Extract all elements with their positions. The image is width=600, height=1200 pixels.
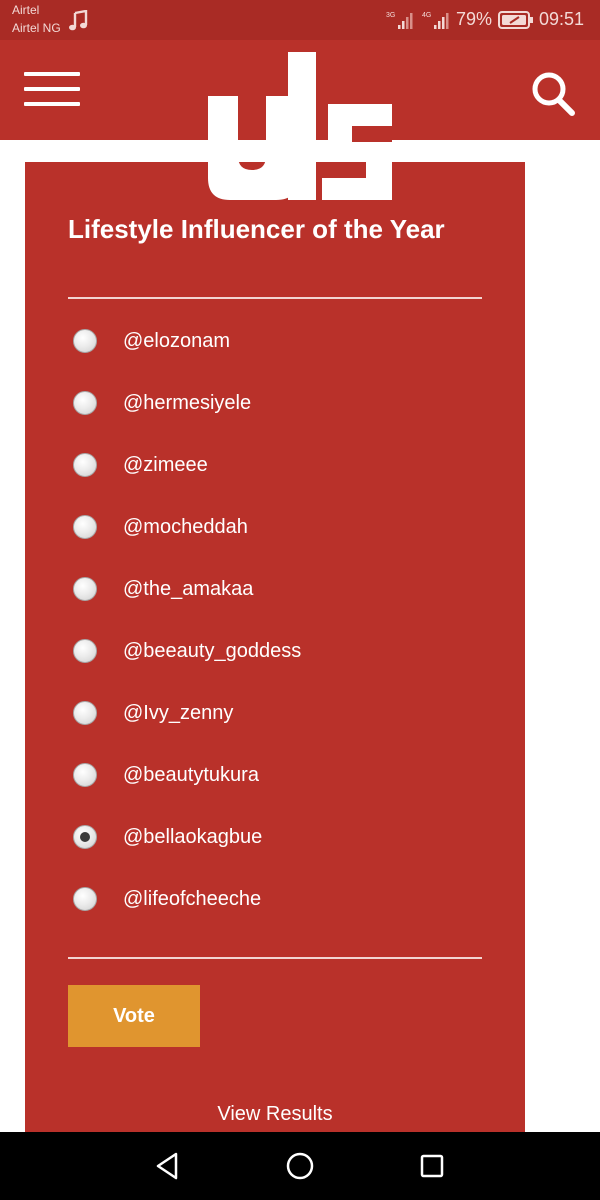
navigation-bar [0,1132,600,1200]
poll-option[interactable]: @zimeee [73,445,493,485]
poll-option-label: @Ivy_zenny [123,701,234,724]
radio-button-selected[interactable] [73,825,97,849]
poll-option[interactable]: @lifeofcheeche [73,879,493,919]
divider [68,297,482,299]
page: Airtel Airtel NG 3G 4G 79% 09:51 Lifesty… [0,0,600,1200]
poll-card: Lifestyle Influencer of the Year @elozon… [25,162,525,1137]
poll-option-label: @mocheddah [123,515,248,538]
poll-option-label: @hermesiyele [123,391,252,414]
poll-option[interactable]: @hermesiyele [73,383,493,423]
poll-option-label: @lifeofcheeche [123,887,262,910]
carrier-name: Airtel [12,3,40,17]
home-icon[interactable] [282,1148,318,1184]
poll-option[interactable]: @bellaokagbue [73,817,493,857]
poll-option-label: @bellaokagbue [123,825,263,848]
hamburger-menu-icon [24,72,80,76]
divider [68,957,482,959]
radio-button[interactable] [73,515,97,539]
carrier-network: Airtel NG [12,21,61,35]
search-icon[interactable] [528,70,578,116]
poll-option-label: @the_amakaa [123,577,254,600]
clock: 09:51 [539,9,585,29]
signal-4g-icon: 4G [422,12,449,29]
recent-apps-icon[interactable] [414,1148,450,1184]
poll-option-label: @beautytukura [123,763,259,786]
poll-option[interactable]: @beeauty_goddess [73,631,493,671]
back-icon[interactable] [150,1148,186,1184]
battery-icon [498,11,533,29]
music-note-icon [69,10,88,31]
view-results-link[interactable]: View Results [25,1103,525,1126]
status-bar: Airtel Airtel NG 3G 4G 79% 09:51 [0,0,600,40]
poll-option[interactable]: @the_amakaa [73,569,493,609]
radio-button[interactable] [73,391,97,415]
svg-text:4G: 4G [422,12,431,19]
radio-button[interactable] [73,639,97,663]
poll-option[interactable]: @mocheddah [73,507,493,547]
battery-percent: 79% [456,9,493,29]
svg-text:3G: 3G [386,12,395,19]
site-logo [208,52,392,200]
vote-button[interactable]: Vote [68,985,200,1047]
poll-option[interactable]: @Ivy_zenny [73,693,493,733]
poll-option[interactable]: @beautytukura [73,755,493,795]
poll-option-label: @elozonam [123,329,231,352]
radio-button[interactable] [73,453,97,477]
signal-3g-icon: 3G [386,12,413,29]
poll-option[interactable]: @elozonam [73,321,493,361]
poll-option-label: @beeauty_goddess [123,639,302,662]
poll-title: Lifestyle Influencer of the Year [68,214,445,244]
radio-button[interactable] [73,887,97,911]
radio-button[interactable] [73,577,97,601]
radio-button[interactable] [73,701,97,725]
radio-button[interactable] [73,763,97,787]
poll-option-label: @zimeee [123,453,208,476]
radio-button[interactable] [73,329,97,353]
menu-button[interactable] [24,70,82,108]
